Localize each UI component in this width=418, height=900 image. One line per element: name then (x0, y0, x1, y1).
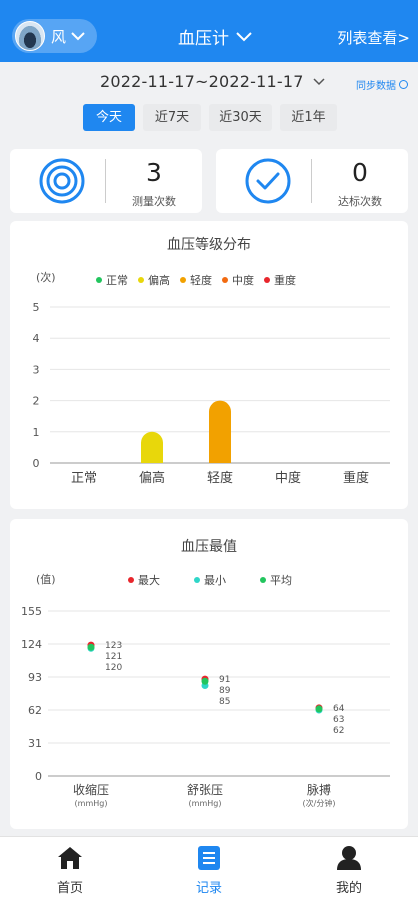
bar (141, 431, 163, 463)
nav-mine-label: 我的 (335, 881, 362, 896)
y-tick-label: 62 (28, 704, 42, 717)
y-tick-label: 93 (28, 671, 42, 684)
data-label: 89 (219, 686, 231, 696)
data-label: 123 (105, 641, 122, 651)
y-axis-label: (次) (36, 270, 56, 284)
target-icon (39, 158, 85, 204)
bp-grade-card: 血压等级分布 正常 偏高 轻度 中度 重度 (次) 0 1 2 3 4 5 正常 偏高 轻度 中度重… (10, 221, 408, 509)
y-tick-label: 4 (33, 332, 40, 345)
measure-count-card: 3 测量次数 (10, 149, 202, 213)
chevron-down-icon (71, 32, 85, 41)
tab-1-year[interactable]: 近1年 (280, 104, 337, 131)
user-icon (337, 846, 361, 870)
reach-count-label: 达标次数 (338, 195, 382, 208)
x-tick-label: 脉搏 (307, 782, 331, 797)
check-circle-icon (245, 158, 291, 204)
reach-count-card: 0 达标次数 (216, 149, 408, 213)
tab-7-days[interactable]: 近7天 (143, 104, 201, 131)
data-label: 85 (219, 697, 230, 707)
record-icon (198, 846, 220, 870)
list-view-link[interactable]: 列表查看> (337, 27, 410, 48)
chevron-down-icon (236, 31, 252, 41)
nav-records-label: 记录 (195, 881, 222, 896)
bottom-nav: 首页 记录 我的 (0, 836, 418, 900)
nav-home[interactable]: 首页 (30, 845, 110, 896)
x-tick-label: 收缩压 (73, 782, 109, 797)
x-tick-label: 正常 (71, 471, 97, 486)
date-range-text: 2022-11-17~2022-11-17 (100, 72, 304, 91)
x-tick-unit: (次/分钟) (303, 798, 336, 808)
y-tick-label: 2 (33, 395, 40, 408)
profile-name: 风 (51, 27, 67, 46)
nav-mine[interactable]: 我的 (309, 845, 389, 896)
x-tick-label: 舒张压 (187, 783, 223, 797)
x-tick-unit: (mmHg) (75, 799, 108, 808)
x-tick-label: 偏高 (139, 470, 165, 486)
tab-today[interactable]: 今天 (83, 104, 135, 131)
bar (209, 400, 231, 463)
x-tick-label: 中度 (275, 470, 301, 486)
sync-data-label: 同步数据 (356, 81, 396, 92)
data-label: 64 (333, 704, 345, 714)
y-tick-label: 0 (33, 457, 40, 470)
y-tick-label: 0 (35, 770, 42, 783)
sync-icon (399, 80, 408, 89)
y-tick-label: 155 (21, 605, 42, 618)
bp-extremes-card: 血压最值 最大 最小 平均 (值) 0 31 62 93 124 155 123 121 120 收… (10, 519, 408, 829)
device-selector[interactable]: 血压计 (178, 24, 253, 49)
x-tick-label: 轻度 (207, 470, 233, 486)
data-label: 120 (105, 663, 122, 673)
page-title: 血压计 (178, 29, 229, 49)
data-label: 62 (333, 726, 344, 736)
chevron-down-icon (313, 77, 325, 85)
avatar (15, 21, 45, 51)
bp-grade-chart: (次) 0 1 2 3 4 5 正常 偏高 轻度 中度 重度 (33, 270, 390, 486)
data-point (201, 677, 209, 685)
profile-switcher[interactable]: 风 (12, 19, 97, 53)
y-tick-label: 1 (33, 426, 40, 439)
measure-count-label: 测量次数 (132, 195, 176, 208)
tab-30-days[interactable]: 近30天 (209, 104, 272, 131)
y-tick-label: 3 (33, 363, 40, 376)
y-tick-label: 31 (28, 737, 42, 750)
y-tick-label: 124 (21, 638, 42, 651)
measure-count-value: 3 (146, 158, 162, 187)
range-tabs: 今天 近7天 近30天 近1年 (83, 104, 345, 131)
data-label: 121 (105, 652, 122, 662)
data-label: 91 (219, 675, 230, 685)
x-tick-unit: (mmHg) (189, 799, 222, 808)
date-range-picker[interactable]: 2022-11-17~2022-11-17 (100, 72, 326, 91)
data-point (87, 643, 95, 651)
bp-extremes-chart: (值) 0 31 62 93 124 155 123121120 收缩压 (mmHg) 918985… (21, 573, 390, 808)
reach-count-value: 0 (352, 158, 368, 187)
sync-data-button[interactable]: 同步数据 (356, 77, 408, 92)
y-axis-label: (值) (36, 573, 56, 586)
y-tick-label: 5 (33, 301, 40, 314)
data-label: 63 (333, 715, 344, 725)
x-tick-label: 重度 (343, 470, 369, 486)
app-header: 风 血压计 列表查看> (0, 0, 418, 62)
home-icon (58, 847, 82, 869)
nav-records[interactable]: 记录 (169, 845, 249, 896)
nav-home-label: 首页 (56, 881, 83, 896)
data-point (315, 705, 323, 713)
